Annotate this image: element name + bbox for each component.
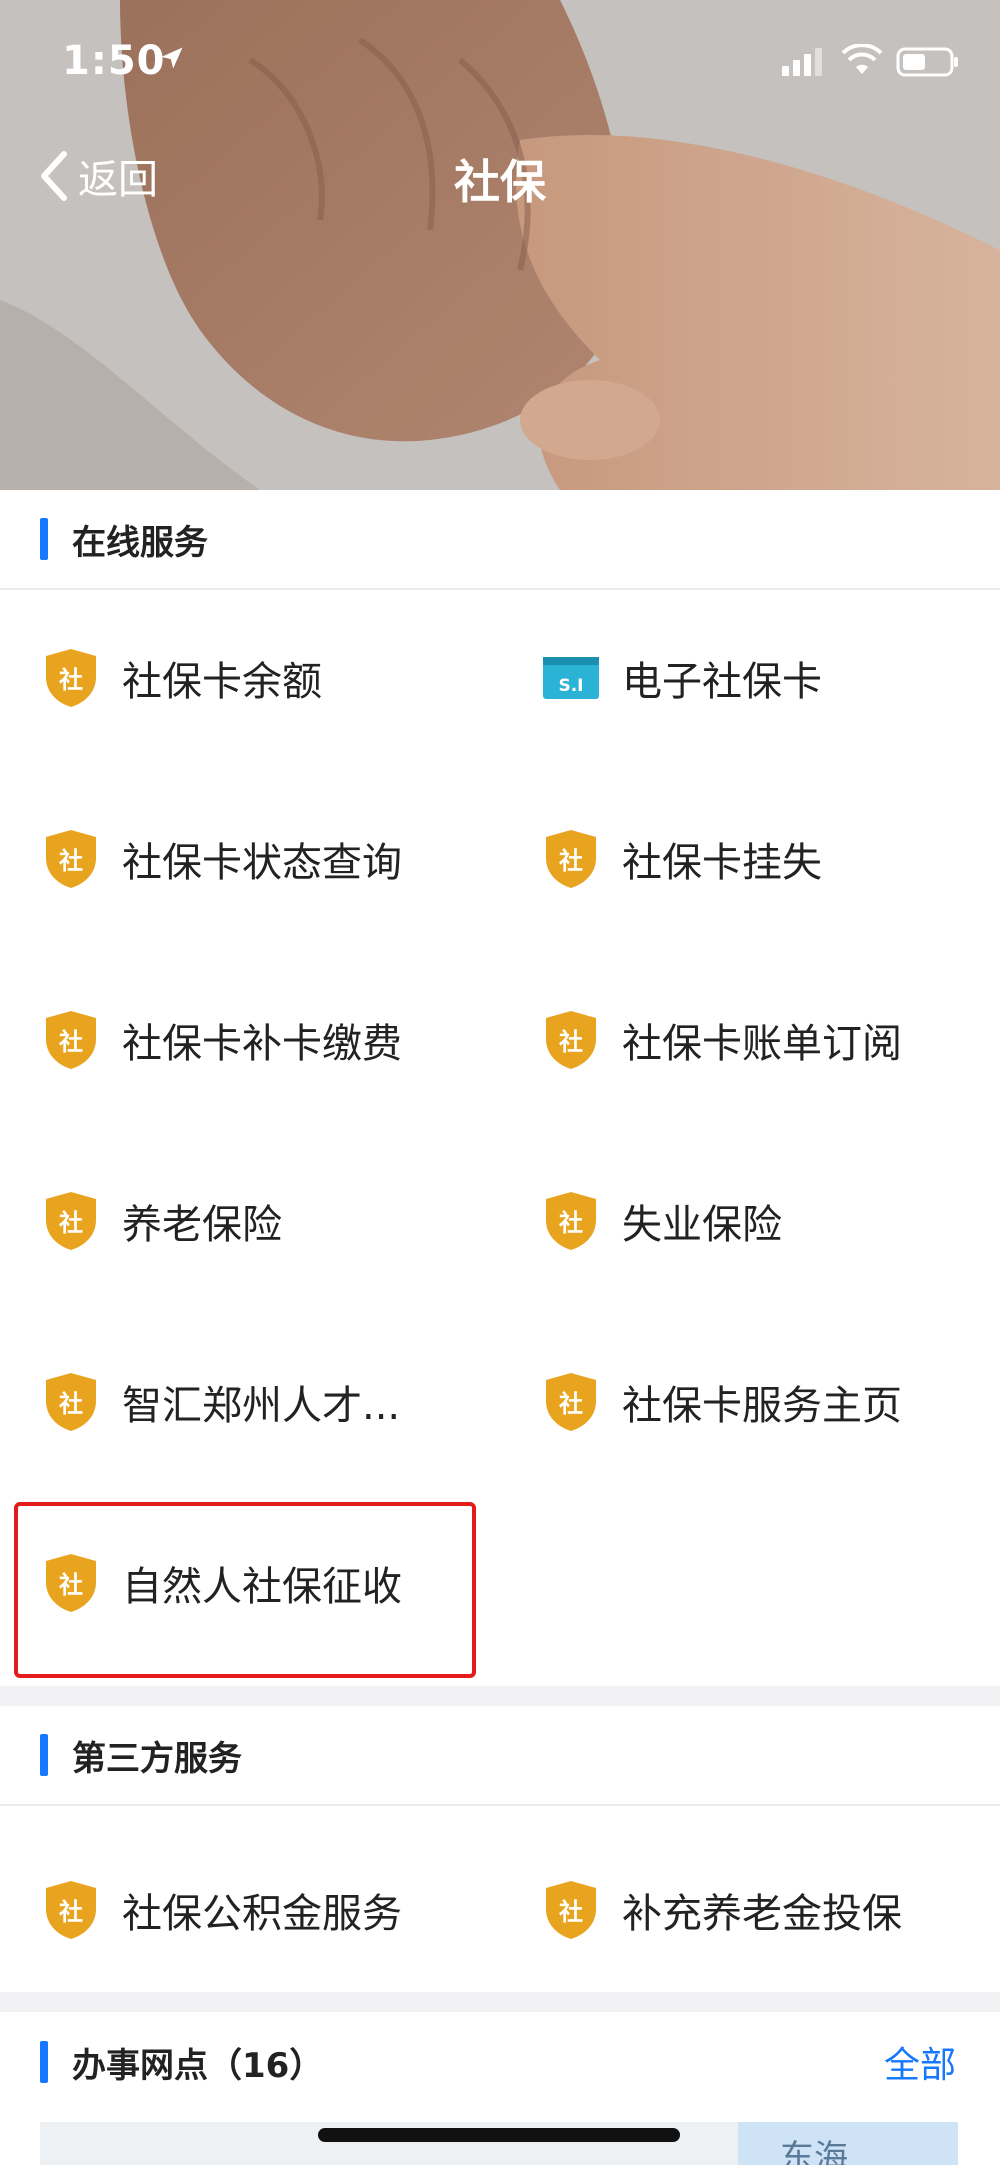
service-label: 社保卡补卡缴费 bbox=[122, 1021, 402, 1067]
shield-she-icon: 社 bbox=[546, 1192, 596, 1250]
shield-she-icon: 社 bbox=[546, 1011, 596, 1069]
section-header: 办事网点（16） 全部 bbox=[0, 2012, 1000, 2112]
shield-she-icon: 社 bbox=[546, 1373, 596, 1431]
shield-she-icon: 社 bbox=[46, 1192, 96, 1250]
service-label: 智汇郑州人才... bbox=[122, 1383, 401, 1429]
svg-text:社: 社 bbox=[59, 847, 83, 875]
svg-text:社: 社 bbox=[59, 1390, 83, 1418]
shield-she-icon: 社 bbox=[46, 1011, 96, 1069]
page-title: 社保 bbox=[454, 155, 546, 209]
status-bar: 1:50 bbox=[0, 0, 1000, 110]
location-arrow-icon bbox=[161, 47, 183, 69]
svg-text:社: 社 bbox=[559, 1028, 583, 1056]
map-label: 东海 bbox=[780, 2138, 848, 2165]
service-label: 养老保险 bbox=[122, 1202, 282, 1248]
map-sea-area bbox=[738, 2122, 958, 2165]
svg-text:社: 社 bbox=[559, 847, 583, 875]
service-label: 失业保险 bbox=[622, 1202, 782, 1248]
shield-she-icon: 社 bbox=[46, 1881, 96, 1939]
svg-text:社: 社 bbox=[59, 1898, 83, 1926]
service-shebao-card-balance[interactable]: 社 社保卡余额 bbox=[42, 628, 322, 728]
section-title: 第三方服务 bbox=[72, 1738, 242, 1779]
service-label: 社保公积金服务 bbox=[122, 1891, 402, 1937]
svg-text:社: 社 bbox=[59, 1209, 83, 1237]
service-label: 社保卡账单订阅 bbox=[622, 1021, 902, 1067]
service-label: 社保卡挂失 bbox=[622, 840, 822, 886]
cellular-signal-icon bbox=[782, 48, 822, 76]
battery-icon bbox=[896, 47, 958, 77]
shield-she-icon: 社 bbox=[46, 1373, 96, 1431]
home-indicator[interactable] bbox=[318, 2128, 680, 2142]
service-natural-person-collection[interactable]: 社 自然人社保征收 bbox=[42, 1533, 402, 1633]
wifi-icon bbox=[842, 44, 882, 74]
service-zhihui-zhengzhou-talent[interactable]: 社 智汇郑州人才... bbox=[42, 1352, 400, 1452]
service-label: 社保卡余额 bbox=[122, 659, 322, 705]
service-label: 补充养老金投保 bbox=[622, 1891, 902, 1937]
svg-text:社: 社 bbox=[59, 1571, 83, 1599]
service-card-report-loss[interactable]: 社 社保卡挂失 bbox=[542, 809, 822, 909]
shield-she-icon: 社 bbox=[46, 649, 96, 707]
svg-text:社: 社 bbox=[559, 1390, 583, 1418]
svg-text:社: 社 bbox=[59, 1028, 83, 1056]
service-unemployment-insurance[interactable]: 社 失业保险 bbox=[542, 1171, 782, 1271]
service-card-reissue-payment[interactable]: 社 社保卡补卡缴费 bbox=[42, 990, 402, 1090]
service-label: 社保卡状态查询 bbox=[122, 840, 402, 886]
view-all-link[interactable]: 全部 bbox=[884, 2036, 956, 2088]
section-title: 办事网点（16） bbox=[72, 2045, 324, 2086]
service-label: 社保卡服务主页 bbox=[622, 1383, 902, 1429]
svg-text:S.I: S.I bbox=[558, 676, 583, 696]
section-header: 第三方服务 bbox=[0, 1706, 1000, 1806]
status-time: 1:50 bbox=[62, 38, 166, 84]
svg-text:社: 社 bbox=[559, 1209, 583, 1237]
third-party-services-section: 第三方服务 社 社保公积金服务 社 补充养老金投保 bbox=[0, 1706, 1000, 1992]
service-card-bill-subscription[interactable]: 社 社保卡账单订阅 bbox=[542, 990, 902, 1090]
section-header: 在线服务 bbox=[0, 490, 1000, 590]
section-accent-bar bbox=[40, 2041, 48, 2083]
header-banner: 1:50 返回 社保 bbox=[0, 0, 1000, 490]
svg-text:社: 社 bbox=[59, 666, 83, 694]
shield-she-icon: 社 bbox=[546, 1881, 596, 1939]
si-card-icon: S.I bbox=[543, 657, 599, 699]
section-accent-bar bbox=[40, 518, 48, 560]
service-social-security-fund[interactable]: 社 社保公积金服务 bbox=[42, 1860, 402, 1960]
svg-text:社: 社 bbox=[559, 1898, 583, 1926]
shield-she-icon: 社 bbox=[46, 830, 96, 888]
service-label: 电子社保卡 bbox=[622, 659, 822, 705]
shield-she-icon: 社 bbox=[46, 1554, 96, 1612]
service-supplementary-pension[interactable]: 社 补充养老金投保 bbox=[542, 1860, 902, 1960]
section-title: 在线服务 bbox=[72, 522, 208, 563]
service-card-status-query[interactable]: 社 社保卡状态查询 bbox=[42, 809, 402, 909]
shield-she-icon: 社 bbox=[546, 830, 596, 888]
online-services-section: 在线服务 社 社保卡余额 S.I 电子社保卡 社 社保卡状态查询 社 社保卡挂失… bbox=[0, 490, 1000, 1686]
section-accent-bar bbox=[40, 1734, 48, 1776]
service-electronic-shebao-card[interactable]: S.I 电子社保卡 bbox=[542, 628, 822, 728]
service-label: 自然人社保征收 bbox=[122, 1564, 402, 1610]
service-pension-insurance[interactable]: 社 养老保险 bbox=[42, 1171, 282, 1271]
service-card-service-home[interactable]: 社 社保卡服务主页 bbox=[542, 1352, 902, 1452]
